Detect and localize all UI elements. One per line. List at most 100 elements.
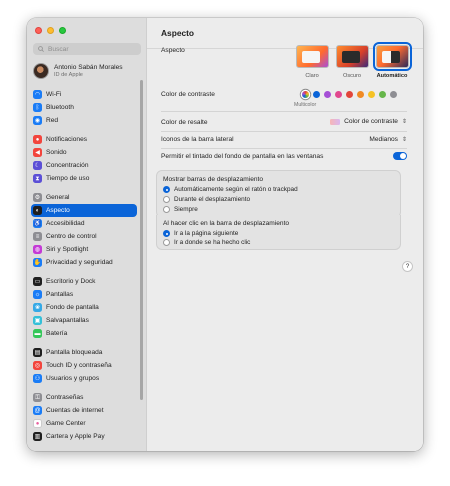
accent-swatch[interactable]	[379, 91, 386, 98]
sidebar-icon-size-popup[interactable]: Medianos ⇕	[369, 136, 407, 143]
key-icon: ⚿	[33, 393, 42, 402]
sidebar-item-label: Wi-Fi	[46, 91, 62, 98]
accent-swatch[interactable]	[302, 91, 309, 98]
highlight-color-popup[interactable]: Color de contraste ⇕	[330, 118, 407, 125]
sidebar-item-sonido[interactable]: ◀ Sonido	[31, 146, 137, 159]
sidebar-item-general[interactable]: ⚙ General	[31, 191, 137, 204]
appearance-option-auto[interactable]: Automático	[372, 42, 412, 79]
sidebar-group: ⚿ Contraseñas @ Cuentas de internet ● Game Ce…	[31, 391, 137, 443]
battery-icon: ▬	[33, 329, 42, 338]
wallpaper-tinting-toggle[interactable]	[393, 152, 407, 160]
appearance-icon: ◐	[33, 206, 42, 215]
sidebar-item-concentracion[interactable]: ☾ Concentración	[31, 159, 137, 172]
zoom-window-button[interactable]	[59, 27, 66, 34]
radio-button	[163, 196, 170, 203]
appearance-option-dark[interactable]: Oscuro	[335, 45, 369, 79]
radio-label: Siempre	[174, 206, 198, 213]
radio-scrollbar-when-scrolling[interactable]: Durante el desplazamiento	[163, 196, 250, 203]
sidebar-item-label: Batería	[46, 330, 68, 337]
sidebar-item-touch-id-y-contrasena[interactable]: ◎ Touch ID y contraseña	[31, 359, 137, 372]
search-input[interactable]: Buscar	[33, 43, 141, 55]
sidebar-group: ▤ Pantalla bloqueada ◎ Touch ID y contraseñ…	[31, 346, 137, 385]
sidebar-group: ▭ Escritorio y Dock ☼ Pantallas ❀ Fondo de pa…	[31, 275, 137, 340]
sidebar-item-privacidad-y-seguridad[interactable]: ✋ Privacidad y seguridad	[31, 256, 137, 269]
sidebar-item-cuentas-de-internet[interactable]: @ Cuentas de internet	[31, 404, 137, 417]
radio-label: Durante el desplazamiento	[174, 196, 251, 203]
sidebar-item-label: Concentración	[46, 162, 89, 169]
page-title: Aspecto	[161, 28, 195, 38]
accent-swatch[interactable]	[313, 91, 320, 98]
sidebar-scrollbar[interactable]	[140, 80, 143, 400]
sidebar-item-label: Aspecto	[46, 207, 70, 214]
accent-swatch[interactable]	[357, 91, 364, 98]
accent-swatch[interactable]	[346, 91, 353, 98]
sidebar-item-red[interactable]: ◉ Red	[31, 114, 137, 127]
sidebar-item-label: Pantalla bloqueada	[46, 349, 103, 356]
scrollbar-click-title: Al hacer clic en la barra de desplazamie…	[163, 220, 290, 227]
sidebar-item-label: Bluetooth	[46, 104, 74, 111]
minimize-window-button[interactable]	[47, 27, 54, 34]
sidebar-item-label: Accesibilidad	[46, 220, 85, 227]
sidebar-item-label: Cartera y Apple Pay	[46, 433, 105, 440]
dark-thumbnail	[335, 45, 369, 68]
accent-swatch[interactable]	[324, 91, 331, 98]
sidebar-item-fondo-de-pantalla[interactable]: ❀ Fondo de pantalla	[31, 301, 137, 314]
accent-swatch[interactable]	[390, 91, 397, 98]
sidebar-item-label: General	[46, 194, 70, 201]
hourglass-icon: ⧗	[33, 174, 42, 183]
sidebar-nav: ◠ Wi-Fi ᛒ Bluetooth ◉ Red ● Notificaciones ◀ Soni…	[31, 88, 137, 449]
apple-id-account[interactable]: Antonio Sabán Morales ID de Apple	[33, 63, 123, 79]
sidebar-item-escritorio-y-dock[interactable]: ▭ Escritorio y Dock	[31, 275, 137, 288]
sidebar-item-pantalla-bloqueada[interactable]: ▤ Pantalla bloqueada	[31, 346, 137, 359]
sidebar-item-game-center[interactable]: ● Game Center	[31, 417, 137, 430]
sidebar-icons-label: Iconos de la barra lateral	[161, 136, 234, 143]
chevron-updown-icon: ⇕	[401, 119, 407, 125]
sidebar-item-contrasenas[interactable]: ⚿ Contraseñas	[31, 391, 137, 404]
radio-scrollbar-automatic[interactable]: Automáticamente según el ratón o trackpa…	[163, 186, 298, 193]
sidebar-item-siri-y-spotlight[interactable]: ◍ Siri y Spotlight	[31, 243, 137, 256]
sidebar-item-cartera-y-apple-pay[interactable]: ▥ Cartera y Apple Pay	[31, 430, 137, 443]
divider	[161, 111, 407, 112]
sidebar-item-wi-fi[interactable]: ◠ Wi-Fi	[31, 88, 137, 101]
gear-icon: ⚙	[33, 193, 42, 202]
sidebar-item-label: Game Center	[46, 420, 86, 427]
main-pane: Aspecto Aspecto Claro Oscuro Automático …	[147, 18, 423, 451]
wallpaper-tinting-label: Permitir el tintado del fondo de pantall…	[161, 153, 324, 160]
search-placeholder: Buscar	[48, 45, 69, 53]
sidebar-item-centro-de-control[interactable]: ≡ Centro de control	[31, 230, 137, 243]
sidebar-item-salvapantallas[interactable]: ▣ Salvapantallas	[31, 314, 137, 327]
sidebar-item-pantallas[interactable]: ☼ Pantallas	[31, 288, 137, 301]
accent-swatch[interactable]	[368, 91, 375, 98]
bell-icon: ●	[33, 135, 42, 144]
sidebar-item-usuarios-y-grupos[interactable]: ⚇ Usuarios y grupos	[31, 372, 137, 385]
sidebar-item-label: Escritorio y Dock	[46, 278, 96, 285]
help-button[interactable]: ?	[402, 261, 413, 272]
sidebar-group: ● Notificaciones ◀ Sonido ☾ Concentración ⧗ Tie…	[31, 133, 137, 185]
sidebar-item-bateria[interactable]: ▬ Batería	[31, 327, 137, 340]
account-subtitle: ID de Apple	[54, 72, 83, 78]
radio-label: Automáticamente según el ratón o trackpa…	[174, 186, 298, 193]
sidebar-item-bluetooth[interactable]: ᛒ Bluetooth	[31, 101, 137, 114]
radio-scrollbar-always[interactable]: Siempre	[163, 206, 198, 213]
sidebar-item-label: Privacidad y seguridad	[46, 259, 113, 266]
radio-click-next-page[interactable]: Ir a la página siguiente	[163, 230, 238, 237]
sidebar-item-label: Touch ID y contraseña	[46, 362, 112, 369]
game-center-icon: ●	[33, 419, 42, 428]
sidebar-item-tiempo-de-uso[interactable]: ⧗ Tiempo de uso	[31, 172, 137, 185]
sidebar-item-label: Siri y Spotlight	[46, 246, 89, 253]
radio-click-jump-spot[interactable]: Ir a donde se ha hecho clic	[163, 239, 250, 246]
sidebar-item-label: Tiempo de uso	[46, 175, 90, 182]
appearance-label: Aspecto	[161, 47, 185, 54]
radio-label: Ir a donde se ha hecho clic	[174, 239, 251, 246]
accent-swatch[interactable]	[335, 91, 342, 98]
sidebar-item-label: Sonido	[46, 149, 67, 156]
system-settings-window: Buscar Antonio Sabán Morales ID de Apple…	[27, 18, 423, 451]
chevron-updown-icon: ⇕	[401, 137, 407, 143]
close-window-button[interactable]	[35, 27, 42, 34]
appearance-option-label: Oscuro	[342, 73, 362, 79]
sidebar-item-notificaciones[interactable]: ● Notificaciones	[31, 133, 137, 146]
sidebar-item-accesibilidad[interactable]: ♿ Accesibilidad	[31, 217, 137, 230]
appearance-option-light[interactable]: Claro	[295, 45, 329, 79]
sidebar-item-aspecto[interactable]: ◐ Aspecto	[31, 204, 137, 217]
appearance-option-label: Automático	[376, 73, 408, 79]
